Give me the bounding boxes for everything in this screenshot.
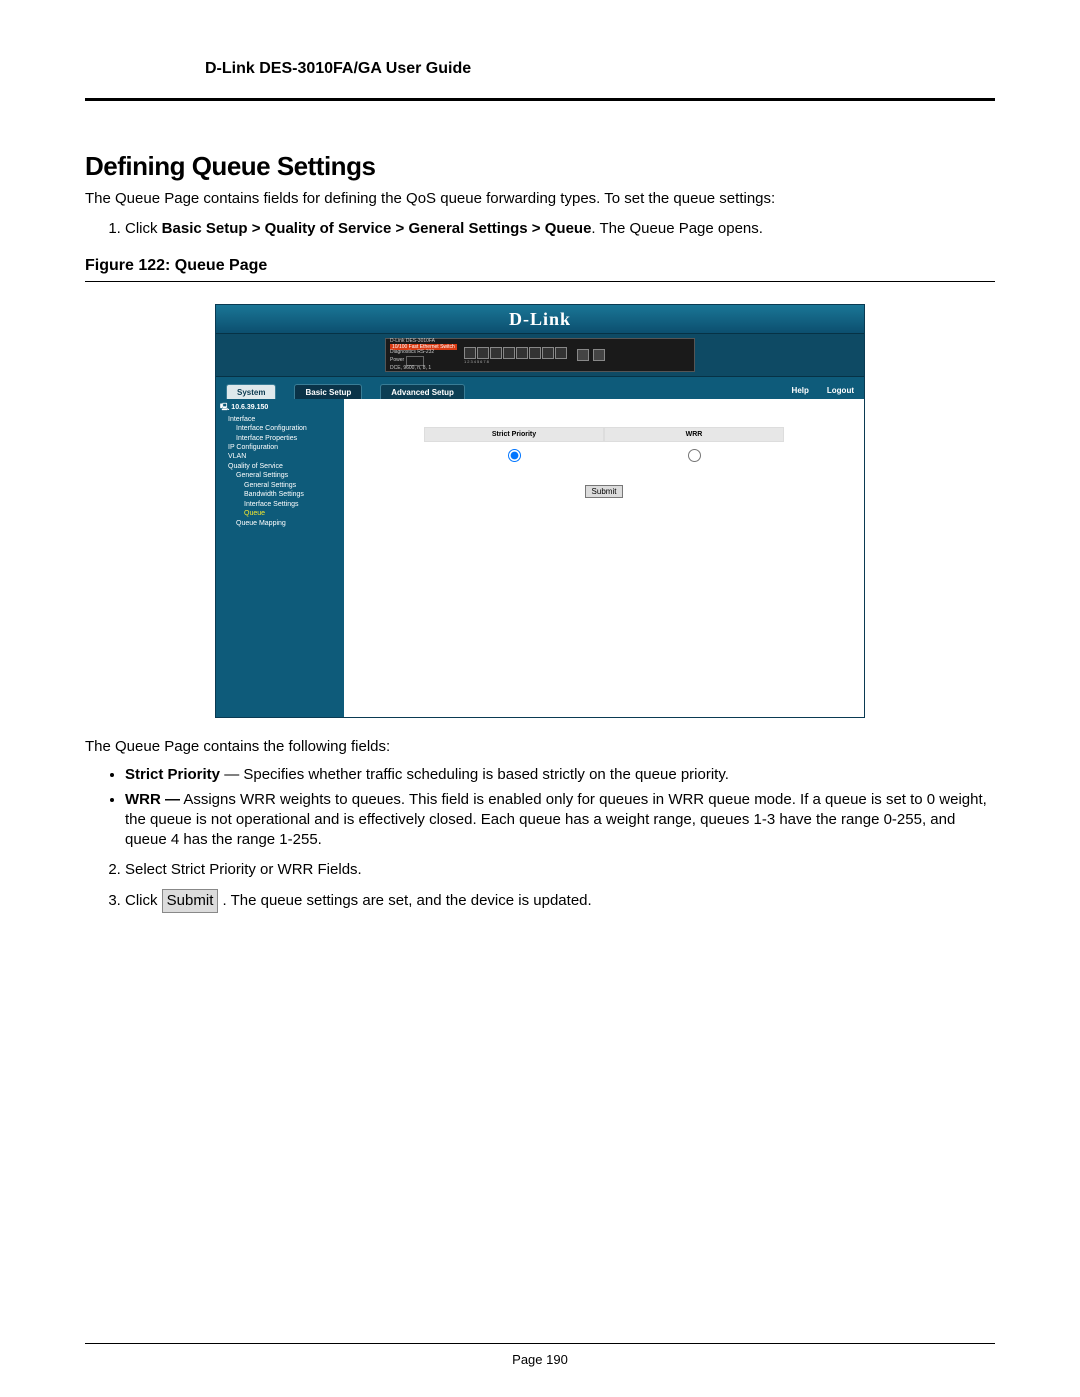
- strict-priority-radio[interactable]: [508, 449, 521, 462]
- device-info: D-Link DES-3010FA 10/100 Fast Ethernet S…: [390, 339, 460, 371]
- port-icon: [529, 347, 541, 359]
- sidebar-item-general-settings[interactable]: General Settings: [220, 471, 340, 480]
- port-icon: [542, 347, 554, 359]
- nav-path: Basic Setup > Quality of Service > Gener…: [162, 220, 592, 237]
- step-3: Click Submit . The queue settings are se…: [125, 889, 995, 913]
- tab-system[interactable]: System: [226, 384, 276, 399]
- section-title: Defining Queue Settings: [85, 151, 995, 182]
- uplink-ports: [577, 349, 605, 361]
- port-icon: [464, 347, 476, 359]
- queue-page-screenshot: D-Link D-Link DES-3010FA 10/100 Fast Eth…: [215, 304, 865, 718]
- device-panel: D-Link DES-3010FA 10/100 Fast Ethernet S…: [385, 338, 695, 372]
- col-wrr: WRR: [604, 427, 784, 442]
- nav-sidebar: 🖳 10.6.39.150 Interface Interface Config…: [216, 399, 344, 717]
- wrr-radio[interactable]: [688, 449, 701, 462]
- tab-basic-setup[interactable]: Basic Setup: [294, 384, 362, 399]
- port-icon: [477, 347, 489, 359]
- sidebar-item-general-settings-sub[interactable]: General Settings: [220, 481, 340, 490]
- logout-link[interactable]: Logout: [827, 386, 854, 395]
- sidebar-item-interface[interactable]: Interface: [220, 415, 340, 424]
- step-2: Select Strict Priority or WRR Fields.: [125, 860, 995, 880]
- page-footer: Page 190: [85, 1343, 995, 1367]
- fields-intro: The Queue Page contains the following fi…: [85, 738, 995, 755]
- device-image-band: D-Link DES-3010FA 10/100 Fast Ethernet S…: [216, 333, 864, 377]
- bullet-wrr: WRR — Assigns WRR weights to queues. Thi…: [125, 790, 995, 851]
- sidebar-item-bandwidth[interactable]: Bandwidth Settings: [220, 490, 340, 499]
- sidebar-item-qos[interactable]: Quality of Service: [220, 462, 340, 471]
- doc-header: D-Link DES-3010FA/GA User Guide: [85, 60, 995, 101]
- ports-block: 12345678: [464, 347, 567, 364]
- nav-tree: Interface Interface Configuration Interf…: [220, 415, 340, 528]
- section-intro: The Queue Page contains fields for defin…: [85, 190, 995, 207]
- col-strict-priority: Strict Priority: [424, 427, 604, 442]
- help-link[interactable]: Help: [792, 386, 809, 395]
- uplink-port-icon: [577, 349, 589, 361]
- steps-continued: Select Strict Priority or WRR Fields. Cl…: [125, 860, 995, 913]
- port-icon: [516, 347, 528, 359]
- field-bullets: Strict Priority — Specifies whether traf…: [125, 765, 995, 850]
- figure-rule: [85, 281, 995, 282]
- submit-button[interactable]: Submit: [585, 485, 624, 498]
- sidebar-item-interface-settings[interactable]: Interface Settings: [220, 500, 340, 509]
- brand-logo: D-Link: [509, 309, 571, 329]
- inline-submit-button: Submit: [162, 889, 219, 913]
- content-pane: Strict Priority WRR Submit: [344, 399, 864, 717]
- uplink-port-icon: [593, 349, 605, 361]
- port-icon: [555, 347, 567, 359]
- port-icon: [503, 347, 515, 359]
- steps-list: Click Basic Setup > Quality of Service >…: [125, 219, 995, 239]
- app-titlebar: D-Link: [216, 305, 864, 333]
- sidebar-item-vlan[interactable]: VLAN: [220, 452, 340, 461]
- port-icon: [490, 347, 502, 359]
- sidebar-item-queue-mapping[interactable]: Queue Mapping: [220, 519, 340, 528]
- sidebar-item-interface-props[interactable]: Interface Properties: [220, 434, 340, 443]
- sidebar-item-ip-config[interactable]: IP Configuration: [220, 443, 340, 452]
- sidebar-item-interface-config[interactable]: Interface Configuration: [220, 424, 340, 433]
- tab-advanced-setup[interactable]: Advanced Setup: [380, 384, 465, 399]
- step-1: Click Basic Setup > Quality of Service >…: [125, 219, 995, 239]
- figure-caption: Figure 122: Queue Page: [85, 257, 995, 275]
- tab-bar: System Basic Setup Advanced Setup Help L…: [216, 377, 864, 399]
- doc-title: D-Link DES-3010FA/GA User Guide: [205, 60, 471, 77]
- device-ip: 🖳 10.6.39.150: [220, 403, 340, 412]
- sidebar-item-queue[interactable]: Queue: [220, 509, 340, 518]
- page-number: Page 190: [512, 1352, 568, 1367]
- bullet-strict-priority: Strict Priority — Specifies whether traf…: [125, 765, 995, 785]
